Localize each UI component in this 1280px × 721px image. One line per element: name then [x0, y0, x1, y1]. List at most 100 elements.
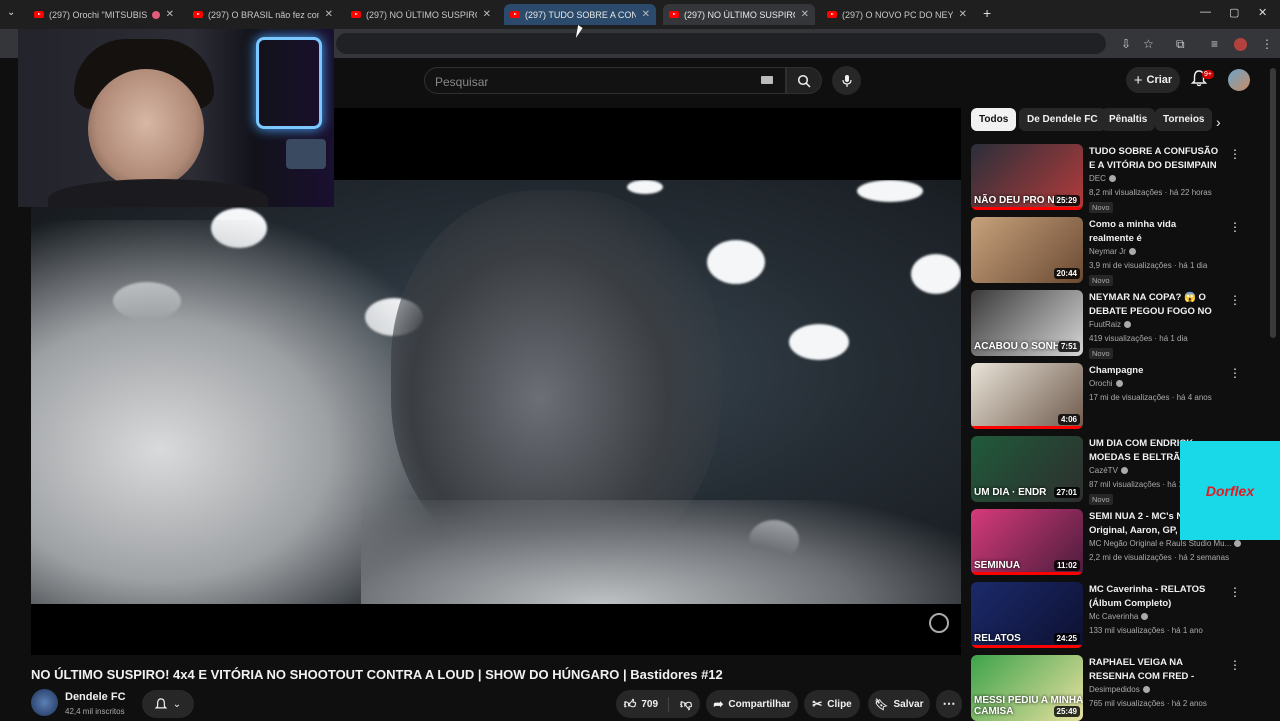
keyboard-icon[interactable]: [761, 76, 773, 84]
recommended-video[interactable]: RELATOS 24:25 MC Caverinha - RELATOS (Álbu…: [971, 582, 1246, 648]
video-thumbnail[interactable]: SEMINUA 11:02: [971, 509, 1083, 575]
media-controls-icon[interactable]: ≡: [1211, 37, 1218, 51]
more-options-icon[interactable]: ⋮: [1229, 585, 1241, 599]
recommended-channel: Neymar Jr: [1089, 247, 1136, 256]
channel-watermark-icon[interactable]: [929, 613, 949, 633]
more-actions-button[interactable]: ⋯: [936, 690, 962, 718]
recommended-channel: Mc Caverinha: [1089, 612, 1149, 621]
recommended-video[interactable]: NÃO DEU PRO NEY! 25:29 TUDO SOBRE A CONFUS…: [971, 144, 1246, 213]
video-thumbnail[interactable]: MESSI PEDIU A MINHA CAMISA 25:49: [971, 655, 1083, 721]
channel-name[interactable]: Dendele FC: [65, 691, 126, 703]
browser-tab[interactable]: (297) NO ÚLTIMO SUSPIRO! 4x ✕: [345, 4, 497, 25]
share-button[interactable]: ➦ Compartilhar: [706, 690, 798, 718]
address-field[interactable]: [336, 33, 1106, 54]
streamer-face: [88, 69, 204, 189]
tab-close-icon[interactable]: ✕: [801, 9, 809, 20]
browser-tab[interactable]: (297) NO ÚLTIMO SUSPIRO! 4x ✕: [663, 4, 815, 25]
dislike-button[interactable]: 👎︎: [674, 697, 692, 712]
user-avatar[interactable]: [1228, 69, 1250, 91]
video-frame: [31, 180, 961, 604]
filter-chip[interactable]: Todos: [971, 108, 1017, 131]
tab-close-icon[interactable]: ✕: [483, 9, 491, 20]
video-thumbnail[interactable]: UM DIA · ENDR 27:01: [971, 436, 1083, 502]
recommended-title[interactable]: NEYMAR NA COPA? 😱 O DEBATE PEGOU FOGO NO…: [1089, 291, 1219, 319]
clip-button[interactable]: ✂ Clipe: [804, 690, 860, 718]
extensions-icon[interactable]: ⧉: [1176, 37, 1185, 52]
recommended-channel: FuutRaiz: [1089, 320, 1132, 329]
youtube-favicon-icon: [351, 11, 361, 18]
chips-next-chevron-icon[interactable]: ›: [1216, 114, 1221, 130]
new-tab-button[interactable]: +: [983, 5, 991, 21]
save-button[interactable]: 🔖︎ Salvar: [868, 690, 930, 718]
page-scrollbar[interactable]: [1270, 68, 1276, 338]
search-button[interactable]: [786, 67, 822, 94]
recommended-channel: Desimpedidos: [1089, 685, 1150, 694]
more-options-icon[interactable]: ⋮: [1229, 658, 1241, 672]
dorflex-ad-banner[interactable]: Dorflex: [1180, 441, 1280, 540]
verified-icon: [1141, 613, 1149, 621]
like-button[interactable]: 👍︎ 709: [624, 696, 670, 712]
more-options-icon[interactable]: ⋮: [1229, 293, 1241, 307]
channel-avatar[interactable]: [31, 689, 58, 716]
recommended-video[interactable]: 4:06 Champagne Orochi 17 mi de visualizaçõe…: [971, 363, 1246, 429]
like-dislike-group: 👍︎ 709 👎︎: [616, 690, 700, 718]
recommended-video[interactable]: 20:44 Como a minha vida realmente é Neymar…: [971, 217, 1246, 286]
bookmark-star-icon[interactable]: ☆: [1143, 37, 1154, 51]
voice-search-button[interactable]: [832, 66, 861, 95]
thumbnail-text: SEMINUA: [974, 560, 1021, 571]
more-options-icon[interactable]: ⋮: [1229, 366, 1241, 380]
video-thumbnail[interactable]: ACABOU O SONHO? 7:51: [971, 290, 1083, 356]
video-thumbnail[interactable]: 20:44: [971, 217, 1083, 283]
browser-tab[interactable]: (297) O NOVO PC DO NEYMAR ✕: [821, 4, 973, 25]
thumbnail-text: UM DIA · ENDR: [974, 487, 1047, 498]
browser-tab[interactable]: (297) Orochi "MITSUBISHI" ✕: [28, 4, 180, 25]
more-options-icon[interactable]: ⋮: [1229, 147, 1241, 161]
video-thumbnail[interactable]: NÃO DEU PRO NEY! 25:29: [971, 144, 1083, 210]
video-thumbnail[interactable]: RELATOS 24:25: [971, 582, 1083, 648]
recommended-channel: Orochi: [1089, 379, 1123, 388]
recommended-video[interactable]: MESSI PEDIU A MINHA CAMISA 25:49 RAPHAEL V…: [971, 655, 1246, 721]
minimize-button[interactable]: —: [1200, 6, 1211, 18]
notification-badge: 9+: [1202, 70, 1214, 79]
recommended-meta: 419 visualizações · há 1 dia: [1089, 334, 1188, 343]
tab-close-icon[interactable]: ✕: [325, 9, 333, 20]
recommended-title[interactable]: Como a minha vida realmente é: [1089, 218, 1219, 246]
maximize-button[interactable]: ▢: [1229, 6, 1239, 19]
chevron-down-icon: ⌄: [172, 698, 182, 710]
recommended-title[interactable]: Champagne: [1089, 364, 1219, 378]
neon-light-decoration: [256, 37, 322, 129]
recommended-video[interactable]: ACABOU O SONHO? 7:51 NEYMAR NA COPA? 😱 O D…: [971, 290, 1246, 359]
video-thumbnail[interactable]: 4:06: [971, 363, 1083, 429]
scissors-icon: ✂: [812, 697, 823, 711]
youtube-favicon-icon: [510, 11, 520, 18]
tab-search-icon[interactable]: ⌄: [7, 7, 15, 18]
share-icon: ➦: [713, 697, 724, 711]
create-button[interactable]: + Criar: [1126, 67, 1180, 93]
filter-chip[interactable]: Pênaltis: [1101, 108, 1156, 131]
browser-tab[interactable]: (297) TUDO SOBRE A CONFUSÃ ✕: [504, 4, 656, 25]
subscription-bell-button[interactable]: ⌄: [142, 690, 194, 718]
search-input[interactable]: Pesquisar: [424, 67, 786, 94]
new-badge: Novo: [1089, 494, 1113, 505]
close-window-button[interactable]: ✕: [1258, 6, 1267, 19]
install-app-icon[interactable]: ⇩: [1121, 37, 1131, 51]
muted-audio-icon[interactable]: [151, 10, 160, 19]
recommended-title[interactable]: MC Caverinha - RELATOS (Álbum Completo): [1089, 583, 1219, 611]
like-count: 709: [641, 698, 659, 710]
filter-chip[interactable]: De Dendele FC: [1019, 108, 1106, 131]
tab-close-icon[interactable]: ✕: [642, 9, 650, 20]
profile-icon[interactable]: [1234, 38, 1247, 51]
recommended-meta: 17 mi de visualizações · há 4 anos: [1089, 393, 1212, 402]
more-options-icon[interactable]: ⋮: [1229, 220, 1241, 234]
browser-menu-icon[interactable]: ⋮: [1261, 37, 1273, 51]
recommended-title[interactable]: TUDO SOBRE A CONFUSÃO E A VITÓRIA DO DES…: [1089, 145, 1219, 173]
thumbnail-text: RELATOS: [974, 633, 1021, 644]
tab-title: (297) NO ÚLTIMO SUSPIRO! 4x: [366, 9, 477, 20]
browser-tab[interactable]: (297) O BRASIL não fez com NE ✕: [187, 4, 339, 25]
tab-close-icon[interactable]: ✕: [166, 9, 174, 20]
tab-close-icon[interactable]: ✕: [959, 9, 967, 20]
filter-chip[interactable]: Torneios: [1155, 108, 1213, 131]
recommended-meta: 765 mil visualizações · há 2 anos: [1089, 699, 1207, 708]
new-badge: Novo: [1089, 202, 1113, 213]
recommended-title[interactable]: RAPHAEL VEIGA NA RESENHA COM FRED - "QUA…: [1089, 656, 1219, 684]
